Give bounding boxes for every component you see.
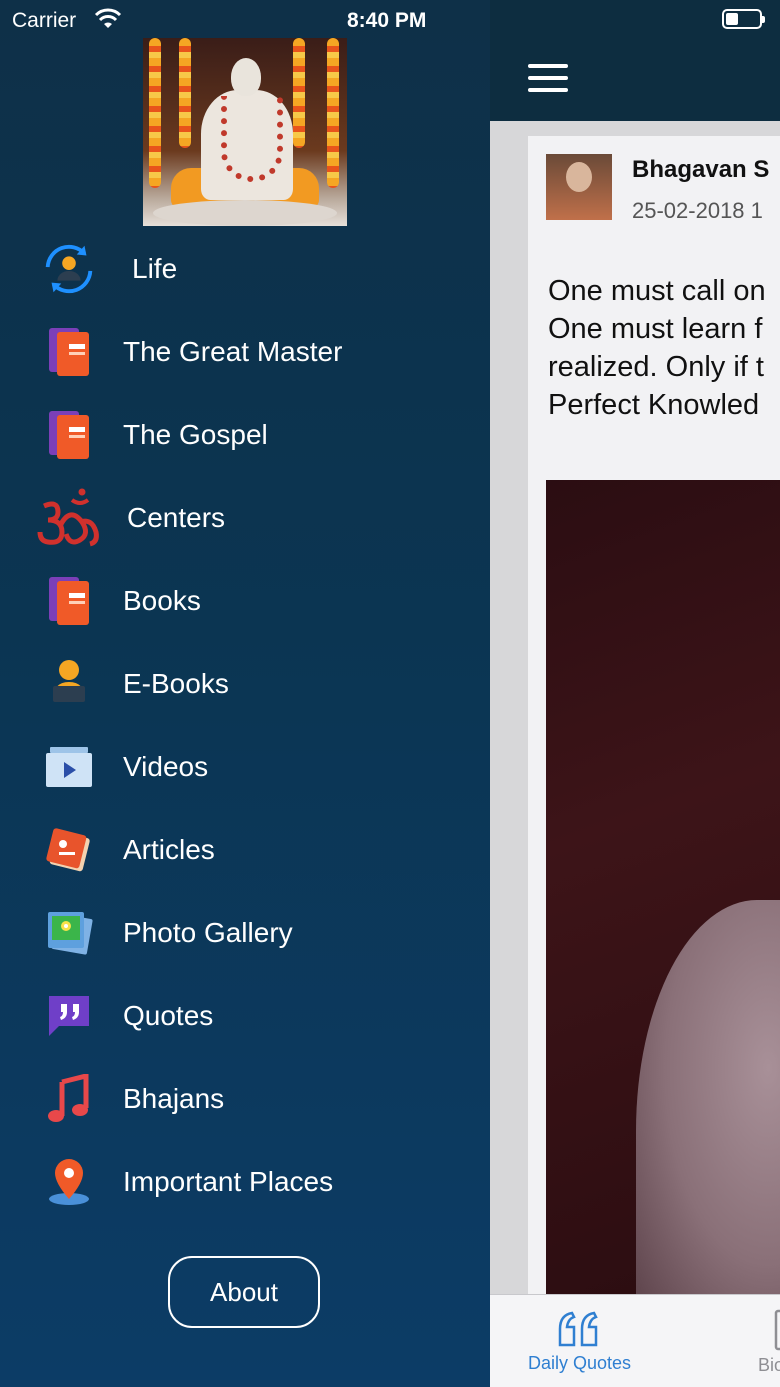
status-bar: Carrier 8:40 PM <box>0 0 780 40</box>
post-quote-text: One must call on One must learn f realiz… <box>548 275 766 421</box>
post-photo <box>546 480 780 1310</box>
clock-time: 8:40 PM <box>347 9 427 32</box>
book-icon <box>38 570 100 632</box>
menu-item-label: Quotes <box>123 999 214 1031</box>
article-icon <box>38 819 100 881</box>
menu-item-life[interactable]: Life <box>0 227 490 310</box>
menu-item-label: E-Books <box>123 667 229 699</box>
wifi-icon <box>94 8 122 28</box>
about-button[interactable]: About <box>168 1256 320 1328</box>
tab-label: Daily Quotes <box>528 1353 632 1373</box>
menu-item-books[interactable]: Books <box>0 559 490 642</box>
tab-label: Biogr <box>758 1355 780 1375</box>
photo-gallery-icon <box>38 902 100 964</box>
menu-item-label: Bhajans <box>123 1082 225 1114</box>
music-note-icon <box>38 1068 100 1130</box>
tab-bar: Daily Quotes Biogr <box>490 1294 780 1387</box>
side-drawer: Life The Great Master The Gospel Centers… <box>0 0 490 1387</box>
menu-item-videos[interactable]: Videos <box>0 725 490 808</box>
tab-biography[interactable]: Biogr <box>736 1295 780 1387</box>
quote-marks-icon <box>558 1311 598 1347</box>
battery-icon <box>722 9 765 29</box>
quote-post-card: Bhagavan S 25-02-2018 1 One must call on… <box>528 136 780 1310</box>
menu-item-important-places[interactable]: Important Places <box>0 1140 490 1223</box>
book-icon <box>38 321 100 383</box>
menu-item-label: Photo Gallery <box>123 916 293 948</box>
main-content: Bhagavan S 25-02-2018 1 One must call on… <box>490 0 780 1387</box>
menu-item-label: The Great Master <box>123 335 343 367</box>
menu-item-great-master[interactable]: The Great Master <box>0 310 490 393</box>
menu-item-label: Articles <box>123 833 215 865</box>
menu-item-ebooks[interactable]: E-Books <box>0 642 490 725</box>
menu-item-articles[interactable]: Articles <box>0 808 490 891</box>
menu-item-centers[interactable]: Centers <box>0 476 490 559</box>
hamburger-menu-icon[interactable] <box>528 64 568 92</box>
author-avatar <box>546 154 612 220</box>
menu-item-quotes[interactable]: Quotes <box>0 974 490 1057</box>
tab-daily-quotes[interactable]: Daily Quotes <box>528 1295 631 1387</box>
location-pin-icon <box>38 1151 100 1213</box>
reader-icon <box>38 653 100 715</box>
menu-item-label: Important Places <box>123 1165 334 1197</box>
carrier-label: Carrier <box>12 9 77 32</box>
book-icon <box>38 404 100 466</box>
menu-item-label: The Gospel <box>123 418 268 450</box>
menu-item-label: Videos <box>123 750 209 782</box>
menu-item-bhajans[interactable]: Bhajans <box>0 1057 490 1140</box>
menu-item-photo-gallery[interactable]: Photo Gallery <box>0 891 490 974</box>
post-date: 25-02-2018 1 <box>632 198 763 223</box>
om-icon <box>34 487 104 549</box>
menu-item-label: Life <box>132 252 178 284</box>
post-author: Bhagavan S <box>632 156 770 183</box>
biography-doc-icon <box>774 1309 780 1351</box>
life-cycle-icon <box>38 238 100 300</box>
video-icon <box>38 736 100 798</box>
header-statue-image <box>143 38 347 226</box>
menu-item-gospel[interactable]: The Gospel <box>0 393 490 476</box>
quote-icon <box>38 985 100 1047</box>
menu-item-label: Books <box>123 584 201 616</box>
menu-item-label: Centers <box>127 501 226 533</box>
